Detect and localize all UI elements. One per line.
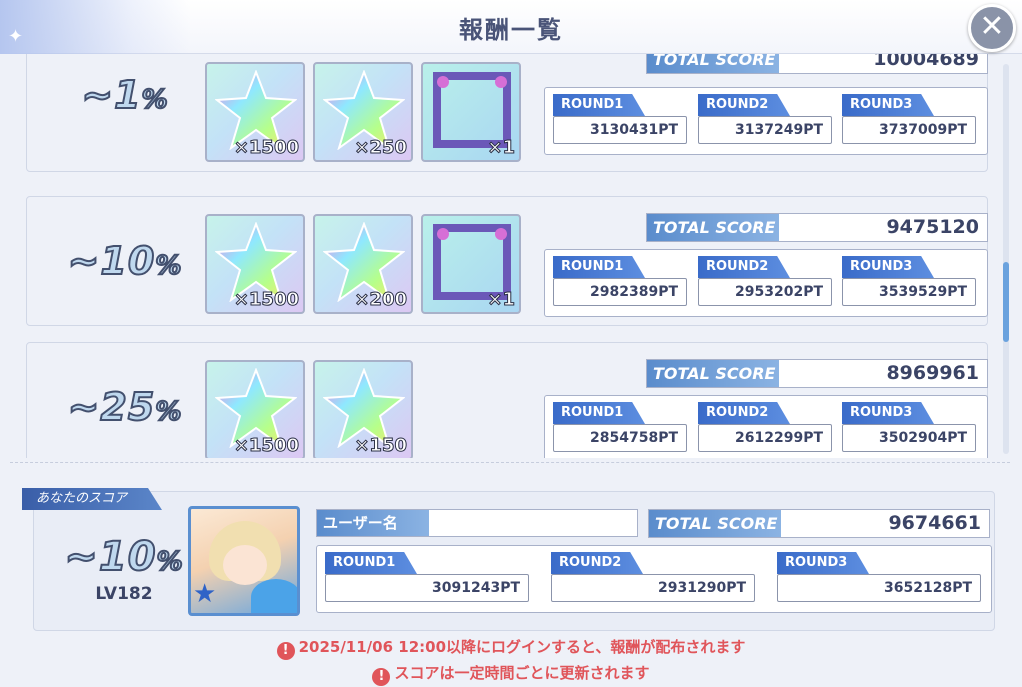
warning-icon: ! (276, 642, 295, 660)
page-title: 報酬一覧 (459, 16, 563, 44)
total-score-box: TOTAL SCORE 8969961 (646, 359, 988, 388)
username-label: ユーザー名 (317, 510, 429, 536)
item-quantity: ×1 (487, 137, 516, 159)
round-label: ROUND1 (553, 402, 645, 424)
reward-row: ~25% ×1500 ×150 TOTAL SCORE 8969961 ROUN… (26, 342, 988, 458)
item-quantity: ×1500 (233, 137, 299, 159)
reward-row: ~1% ×1500 ×250 ×1 TOTAL SCORE 10004689 R… (26, 54, 988, 172)
reward-item[interactable]: ×200 (313, 214, 413, 314)
user-level: LV182 (95, 584, 153, 604)
total-score-value: 9674661 (888, 512, 981, 534)
round-points: 3502904PT (842, 424, 976, 452)
scrollbar-thumb[interactable] (1003, 262, 1009, 342)
my-round-scores: ROUND1 3091243PT ROUND2 2931290PT ROUND3 36… (316, 545, 992, 613)
close-button[interactable]: ✕ (968, 4, 1016, 52)
rank-label: ~25% (67, 384, 183, 430)
round-points: 3539529PT (842, 278, 976, 306)
round-score: ROUND3 3539529PT (842, 256, 976, 306)
round-scores: ROUND1 2854758PT ROUND2 2612299PT ROUND3 35… (544, 395, 988, 458)
total-score-box: TOTAL SCORE 9475120 (646, 213, 988, 242)
round-points: 2953202PT (698, 278, 832, 306)
item-quantity: ×150 (354, 435, 408, 457)
total-score-value: 10004689 (873, 54, 979, 70)
round-score: ROUND1 2982389PT (553, 256, 687, 306)
username-box: ユーザー名 (316, 509, 638, 537)
reward-item[interactable]: ×150 (313, 360, 413, 458)
my-score-panel: ~10% LV182 ★ ユーザー名 TOTAL SCORE 9674661 R… (33, 491, 995, 631)
round-scores: ROUND1 3130431PT ROUND2 3137249PT ROUND3 37… (544, 87, 988, 155)
reward-item[interactable]: ×1500 (205, 62, 305, 162)
round-points: 3652128PT (777, 574, 981, 602)
reward-item[interactable]: ×1 (421, 214, 521, 314)
star-badge-icon: ★ (193, 579, 217, 609)
total-score-label: TOTAL SCORE (649, 510, 781, 537)
round-score: ROUND2 2953202PT (698, 256, 832, 306)
my-rank-label: ~10% (63, 533, 184, 581)
reward-item[interactable]: ×1500 (205, 360, 305, 458)
item-quantity: ×1 (487, 289, 516, 311)
round-score: ROUND3 3652128PT (777, 552, 981, 602)
scrollbar[interactable] (1003, 64, 1009, 454)
round-points: 3737009PT (842, 116, 976, 144)
round-score: ROUND1 2854758PT (553, 402, 687, 452)
divider (10, 462, 1010, 463)
round-score: ROUND3 3737009PT (842, 94, 976, 144)
header-bar: ✦ 報酬一覧 (0, 0, 1022, 54)
round-label: ROUND1 (553, 94, 645, 116)
round-label: ROUND2 (698, 94, 790, 116)
round-score: ROUND2 3137249PT (698, 94, 832, 144)
round-points: 3137249PT (698, 116, 832, 144)
round-points: 2931290PT (551, 574, 755, 602)
round-label: ROUND1 (325, 552, 417, 574)
item-quantity: ×1500 (233, 435, 299, 457)
round-score: ROUND2 2612299PT (698, 402, 832, 452)
item-quantity: ×1500 (233, 289, 299, 311)
close-icon: ✕ (979, 9, 1005, 44)
round-score: ROUND2 2931290PT (551, 552, 755, 602)
total-score-value: 8969961 (886, 362, 979, 384)
round-label: ROUND1 (553, 256, 645, 278)
item-quantity: ×250 (354, 137, 408, 159)
reward-item[interactable]: ×250 (313, 62, 413, 162)
reward-list[interactable]: ~1% ×1500 ×250 ×1 TOTAL SCORE 10004689 R… (8, 54, 1008, 458)
total-score-label: TOTAL SCORE (647, 214, 779, 241)
notice-update: ! スコアは一定時間ごとに更新されます (0, 662, 1022, 686)
round-label: ROUND3 (777, 552, 869, 574)
reward-row: ~10% ×1500 ×200 ×1 TOTAL SCORE 9475120 R… (26, 196, 988, 326)
round-points: 3091243PT (325, 574, 529, 602)
my-total-score-box: TOTAL SCORE 9674661 (648, 509, 990, 538)
total-score-value: 9475120 (886, 216, 979, 238)
rank-label: ~1% (80, 72, 169, 118)
round-points: 2982389PT (553, 278, 687, 306)
total-score-label: TOTAL SCORE (647, 54, 779, 73)
avatar[interactable]: ★ (188, 506, 300, 616)
reward-item[interactable]: ×1500 (205, 214, 305, 314)
round-score: ROUND1 3091243PT (325, 552, 529, 602)
round-label: ROUND3 (842, 256, 934, 278)
total-score-box: TOTAL SCORE 10004689 (646, 54, 988, 74)
round-score: ROUND3 3502904PT (842, 402, 976, 452)
round-label: ROUND3 (842, 94, 934, 116)
round-points: 2612299PT (698, 424, 832, 452)
warning-icon: ! (372, 668, 391, 686)
round-score: ROUND1 3130431PT (553, 94, 687, 144)
total-score-label: TOTAL SCORE (647, 360, 779, 387)
round-label: ROUND2 (698, 402, 790, 424)
item-quantity: ×200 (354, 289, 408, 311)
round-label: ROUND2 (551, 552, 643, 574)
round-label: ROUND3 (842, 402, 934, 424)
rank-label: ~10% (67, 238, 183, 284)
round-points: 3130431PT (553, 116, 687, 144)
round-label: ROUND2 (698, 256, 790, 278)
round-points: 2854758PT (553, 424, 687, 452)
round-scores: ROUND1 2982389PT ROUND2 2953202PT ROUND3 35… (544, 249, 988, 317)
reward-item[interactable]: ×1 (421, 62, 521, 162)
my-score-tag: あなたのスコア (22, 488, 162, 510)
notice-distribution: ! 2025/11/06 12:00以降にログインすると、報酬が配布されます (0, 636, 1022, 660)
